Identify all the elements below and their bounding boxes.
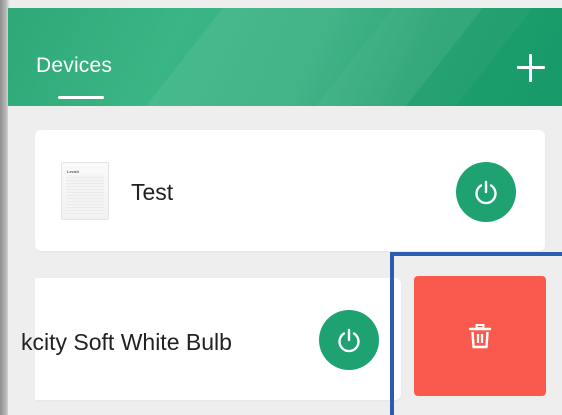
device-name: kcity Soft White Bulb (21, 329, 232, 355)
add-device-button[interactable] (513, 50, 549, 86)
device-image: Levoit (61, 162, 109, 220)
power-icon (338, 328, 360, 353)
device-name: Test (131, 179, 174, 205)
device-image-brand: Levoit (67, 169, 79, 174)
power-button[interactable] (319, 310, 379, 370)
delete-device-button[interactable] (414, 276, 546, 396)
trash-icon (468, 324, 492, 349)
device-card[interactable]: Levoit Test (35, 130, 545, 251)
power-icon (475, 180, 497, 205)
power-button[interactable] (456, 162, 516, 222)
device-card[interactable]: kcity Soft White Bulb (21, 278, 401, 400)
tab-active-indicator (58, 96, 104, 99)
screen: Devices Levoit Test kcity Soft White Bul… (8, 8, 562, 415)
app-header: Devices (8, 8, 562, 106)
tab-devices[interactable]: Devices (36, 54, 112, 78)
